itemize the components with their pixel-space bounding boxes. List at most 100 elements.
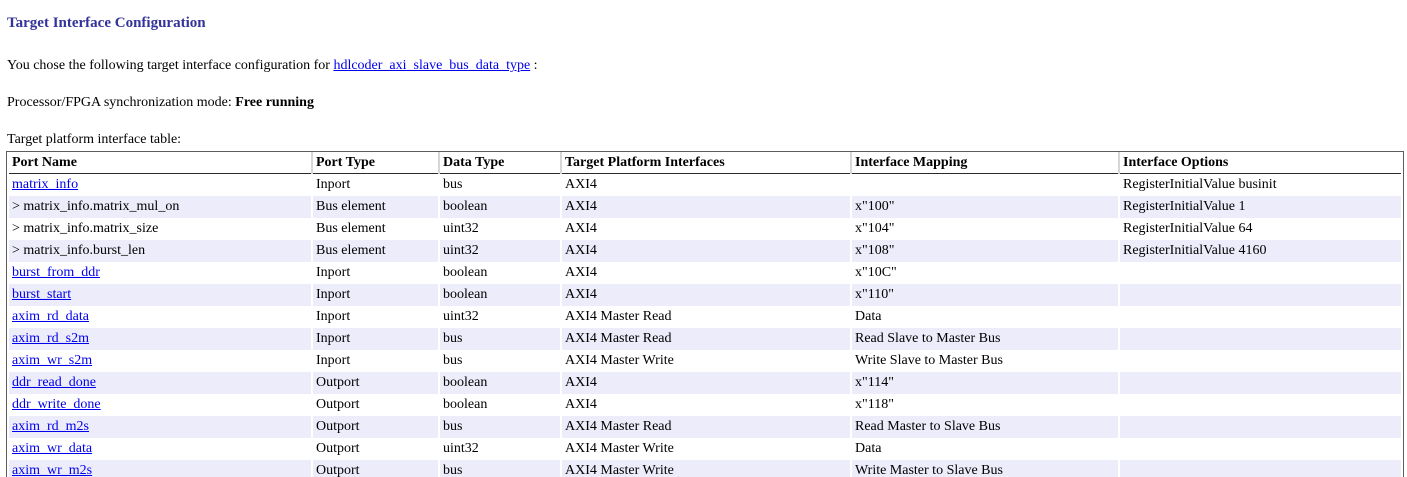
interface-mapping-cell: x"118" [852,394,1118,416]
port-name-cell: axim_rd_data [9,306,311,328]
interface-options-cell [1120,416,1401,438]
interface-mapping-cell: x"110" [852,284,1118,306]
port-type-cell: Inport [313,306,438,328]
port-name-link[interactable]: axim_rd_m2s [12,419,89,434]
interface-mapping-cell: Read Master to Slave Bus [852,416,1118,438]
port-name-cell: ddr_write_done [9,394,311,416]
interface-options-cell [1120,284,1401,306]
interface-mapping-cell: Write Slave to Master Bus [852,350,1118,372]
interface-mapping-cell: Data [852,306,1118,328]
port-name-cell: > matrix_info.matrix_mul_on [9,196,311,218]
target-platform-interface-cell: AXI4 Master Write [562,460,850,477]
port-name-cell: > matrix_info.burst_len [9,240,311,262]
port-type-cell: Outport [313,460,438,477]
target-platform-interface-cell: AXI4 [562,240,850,262]
data-type-cell: boolean [440,262,560,284]
sync-mode-line: Processor/FPGA synchronization mode: Fre… [7,95,1405,111]
port-type-cell: Bus element [313,240,438,262]
interface-options-cell [1120,350,1401,372]
interface-options-cell: RegisterInitialValue 1 [1120,196,1401,218]
interface-options-cell [1120,438,1401,460]
port-name-cell: matrix_info [9,174,311,196]
port-name-cell: burst_from_ddr [9,262,311,284]
port-name-link[interactable]: axim_wr_s2m [12,353,92,368]
table-row: axim_wr_s2m InportbusAXI4 Master WriteWri… [9,350,1401,372]
page-title: Target Interface Configuration [7,15,1405,32]
data-type-cell: boolean [440,394,560,416]
target-platform-interface-cell: AXI4 Master Write [562,438,850,460]
table-row: axim_rd_data Inportuint32AXI4 Master Read… [9,306,1401,328]
interface-mapping-cell: x"114" [852,372,1118,394]
target-platform-interface-cell: AXI4 [562,174,850,196]
data-type-cell: bus [440,174,560,196]
interface-mapping-cell: Read Slave to Master Bus [852,328,1118,350]
sync-mode-value: Free running [235,95,314,110]
port-name-link[interactable]: ddr_write_done [12,397,101,412]
target-platform-interface-cell: AXI4 Master Read [562,416,850,438]
port-name-link[interactable]: axim_wr_data [12,441,92,456]
port-type-cell: Inport [313,284,438,306]
interface-options-cell [1120,460,1401,477]
intro-prefix: You chose the following target interface… [7,58,333,73]
port-name-cell: axim_wr_s2m [9,350,311,372]
data-type-cell: uint32 [440,438,560,460]
port-type-cell: Outport [313,372,438,394]
port-name-cell: > matrix_info.matrix_size [9,218,311,240]
table-caption: Target platform interface table: [7,132,1405,148]
port-name-cell: burst_start [9,284,311,306]
table-row: > matrix_info.burst_lenBus elementuint32… [9,240,1401,262]
port-type-cell: Inport [313,350,438,372]
data-type-cell: uint32 [440,218,560,240]
sync-mode-label: Processor/FPGA synchronization mode: [7,95,235,110]
port-type-cell: Outport [313,438,438,460]
report-page: Target Interface Configuration You chose… [0,15,1405,477]
port-type-cell: Outport [313,394,438,416]
intro-suffix: : [530,58,537,73]
port-type-cell: Inport [313,328,438,350]
port-name-cell: axim_wr_m2s [9,460,311,477]
port-name-link[interactable]: burst_from_ddr [12,265,100,280]
data-type-cell: uint32 [440,306,560,328]
column-header-port-name: Port Name [9,152,311,174]
data-type-cell: bus [440,416,560,438]
interface-options-cell [1120,306,1401,328]
target-platform-interface-cell: AXI4 Master Read [562,306,850,328]
intro-line: You chose the following target interface… [7,58,1405,74]
target-platform-interface-cell: AXI4 [562,372,850,394]
interface-mapping-cell [852,174,1118,196]
interface-mapping-cell: Write Master to Slave Bus [852,460,1118,477]
column-header-target-platform-interfaces: Target Platform Interfaces [562,152,850,174]
port-name-link[interactable]: burst_start [12,287,71,302]
data-type-cell: boolean [440,284,560,306]
port-name-link[interactable]: ddr_read_done [12,375,96,390]
table-row: axim_wr_m2s OutportbusAXI4 Master WriteWr… [9,460,1401,477]
target-platform-interface-cell: AXI4 [562,218,850,240]
port-name-link[interactable]: axim_wr_m2s [12,463,92,477]
interface-mapping-cell: Data [852,438,1118,460]
data-type-cell: bus [440,460,560,477]
interface-mapping-cell: x"100" [852,196,1118,218]
table-row: axim_rd_m2sOutportbusAXI4 Master ReadRea… [9,416,1401,438]
target-platform-interface-table: Port NamePort TypeData TypeTarget Platfo… [6,151,1404,477]
port-name-link[interactable]: axim_rd_s2m [12,331,89,346]
table-row: axim_wr_data Outportuint32AXI4 Master Wri… [9,438,1401,460]
target-platform-interface-cell: AXI4 [562,394,850,416]
port-name-link[interactable]: axim_rd_data [12,309,89,324]
interface-options-cell [1120,372,1401,394]
table-row: matrix_infoInportbusAXI4RegisterInitialV… [9,174,1401,196]
data-type-cell: uint32 [440,240,560,262]
interface-table-header-row: Port NamePort TypeData TypeTarget Platfo… [9,152,1401,174]
port-type-cell: Inport [313,262,438,284]
table-row: ddr_read_doneOutportbooleanAXI4x"114" [9,372,1401,394]
target-platform-interface-cell: AXI4 Master Write [562,350,850,372]
interface-mapping-cell: x"104" [852,218,1118,240]
interface-mapping-cell: x"10C" [852,262,1118,284]
port-name-link[interactable]: matrix_info [12,177,78,192]
data-type-cell: bus [440,350,560,372]
target-platform-interface-cell: AXI4 [562,284,850,306]
table-row: axim_rd_s2mInportbusAXI4 Master ReadRead… [9,328,1401,350]
interface-options-cell: RegisterInitialValue 4160 [1120,240,1401,262]
model-link[interactable]: hdlcoder_axi_slave_bus_data_type [333,58,530,73]
port-type-cell: Bus element [313,218,438,240]
target-platform-interface-cell: AXI4 [562,262,850,284]
